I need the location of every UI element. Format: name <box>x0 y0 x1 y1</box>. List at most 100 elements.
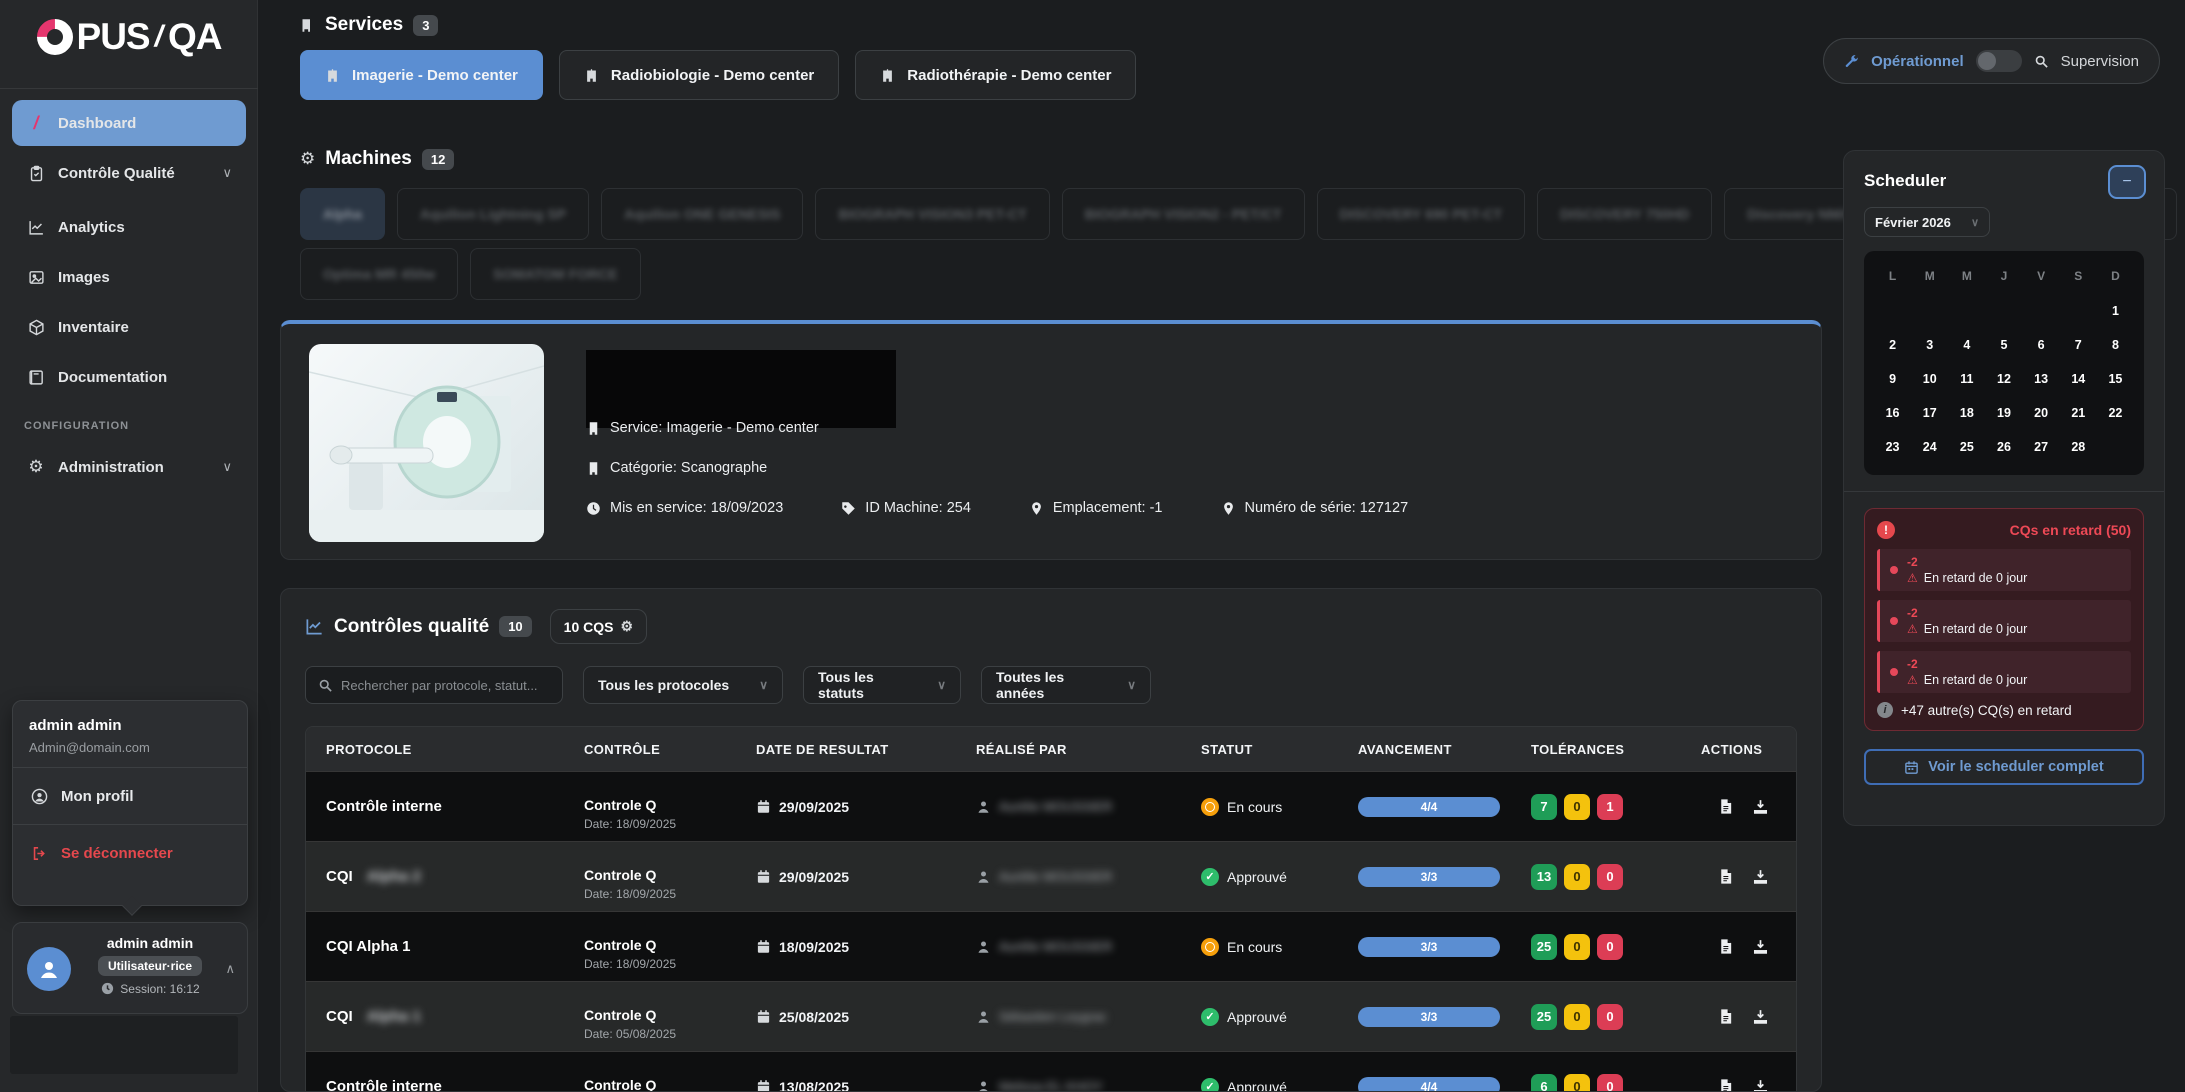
report-icon[interactable] <box>1717 1008 1734 1025</box>
my-profile-button[interactable]: Mon profil <box>29 780 231 812</box>
protocol-name-redacted: Alpha 2 <box>366 868 421 885</box>
calendar-icon <box>756 939 771 954</box>
calendar-icon <box>756 799 771 814</box>
calendar-day[interactable]: 21 <box>2060 397 2097 429</box>
calendar-day[interactable]: 25 <box>1948 431 1985 463</box>
calendar-day[interactable]: 2 <box>1874 329 1911 361</box>
calendar-day[interactable]: 10 <box>1911 363 1948 395</box>
calendar-day[interactable]: 28 <box>2060 431 2097 463</box>
calendar-weekday: L <box>1888 269 1897 283</box>
profile-popup: admin admin Admin@domain.com Mon profil … <box>12 700 248 916</box>
calendar-day[interactable]: 27 <box>2023 431 2060 463</box>
result-date: 29/09/2025 <box>779 868 850 885</box>
overdue-item[interactable]: -2 En retard de 0 jour <box>1877 651 2131 693</box>
chevron-up-icon[interactable] <box>225 961 235 977</box>
machine-tab[interactable]: DISCOVERY 750HD <box>1537 188 1713 240</box>
machine-tab[interactable]: BIOGRAPH VISION3 PET-CT <box>815 188 1050 240</box>
chevron-down-icon <box>1971 216 1979 229</box>
machine-tab[interactable]: Aquilion Lightning SP <box>396 188 590 240</box>
calendar-day[interactable]: 9 <box>1874 363 1911 395</box>
view-full-scheduler-button[interactable]: Voir le scheduler complet <box>1864 749 2144 785</box>
download-icon[interactable] <box>1752 868 1769 885</box>
collapse-button[interactable] <box>2108 165 2146 199</box>
qc-settings-pill[interactable]: 10 CQS <box>549 609 648 644</box>
operational-label[interactable]: Opérationnel <box>1871 53 1964 70</box>
mode-toggle-switch[interactable] <box>1975 50 2022 72</box>
table-row[interactable]: Contrôle interne Controle Q Date: 18/09/20… <box>306 771 1796 841</box>
month-value: Février 2026 <box>1875 214 1951 230</box>
calendar-day[interactable]: 8 <box>2097 329 2134 361</box>
profile-email: Admin@domain.com <box>29 740 150 755</box>
calendar-day[interactable]: 11 <box>1948 363 1985 395</box>
machine-tab[interactable]: BIOGRAPH VISION2 - PET/CT <box>1061 188 1305 240</box>
machine-tab[interactable]: Alpha <box>300 188 385 240</box>
sidebar-item-administration[interactable]: Administration <box>12 447 246 487</box>
calendar-day[interactable]: 6 <box>2023 329 2060 361</box>
sidebar-item-inventaire[interactable]: Inventaire <box>12 307 246 347</box>
sidebar-item-images[interactable]: Images <box>12 257 246 297</box>
table-row[interactable]: CQI Alpha 1 Controle Q Date: 05/08/2025 25/0… <box>306 981 1796 1051</box>
machine-tab-label: DISCOVERY 690 PET-CT <box>1339 206 1503 222</box>
calendar-day[interactable]: 3 <box>1911 329 1948 361</box>
calendar-day[interactable]: 24 <box>1911 431 1948 463</box>
download-icon[interactable] <box>1752 1078 1769 1091</box>
machine-tab[interactable]: Optima MR 450w <box>300 248 459 300</box>
filter-protocols-select[interactable]: Tous les protocoles <box>583 666 783 704</box>
calendar-day[interactable]: 18 <box>1948 397 1985 429</box>
calendar-day[interactable]: 7 <box>2060 329 2097 361</box>
table-row[interactable]: CQI Alpha 2 Controle Q Date: 18/09/2025 29/0… <box>306 841 1796 911</box>
user-card[interactable]: admin admin Utilisateur·rice Session: 16… <box>12 922 248 1014</box>
service-button-label: Radiobiologie - Demo center <box>610 66 815 84</box>
report-icon[interactable] <box>1717 938 1734 955</box>
sidebar-item-dashboard[interactable]: / Dashboard <box>12 100 246 146</box>
service-button-imagerie[interactable]: Imagerie - Demo center <box>300 50 543 100</box>
sidebar-item-documentation[interactable]: Documentation <box>12 357 246 397</box>
filter-status-select[interactable]: Tous les statuts <box>803 666 961 704</box>
table-row[interactable]: CQI Alpha 1 Controle Q Date: 18/09/2025 18/… <box>306 911 1796 981</box>
table-header: PROTOCOLE CONTRÔLE DATE DE RESULTAT RÉAL… <box>306 727 1796 771</box>
machine-tab[interactable]: Aquilion ONE GENESIS <box>601 188 804 240</box>
overdue-text: En retard de 0 jour <box>1923 571 2028 585</box>
protocol-name: CQI Alpha 1 <box>326 938 411 955</box>
download-icon[interactable] <box>1752 938 1769 955</box>
calendar-day[interactable]: 13 <box>2023 363 2060 395</box>
machine-tab[interactable]: SOMATOM FORCE <box>470 248 641 300</box>
calendar-day[interactable]: 15 <box>2097 363 2134 395</box>
report-icon[interactable] <box>1717 868 1734 885</box>
service-button-radiobiologie[interactable]: Radiobiologie - Demo center <box>558 50 840 100</box>
report-icon[interactable] <box>1717 1078 1734 1091</box>
person-icon <box>29 786 49 806</box>
filter-years-select[interactable]: Toutes les années <box>981 666 1151 704</box>
sidebar-item-label: Inventaire <box>58 318 129 336</box>
calendar-day[interactable]: 22 <box>2097 397 2134 429</box>
report-icon[interactable] <box>1717 798 1734 815</box>
calendar-day[interactable]: 23 <box>1874 431 1911 463</box>
calendar-day[interactable]: 5 <box>1985 329 2022 361</box>
service-button-radiotherapie[interactable]: Radiothérapie - Demo center <box>855 50 1137 100</box>
status-icon <box>1201 867 1219 886</box>
supervision-label[interactable]: Supervision <box>2061 53 2139 70</box>
download-icon[interactable] <box>1752 798 1769 815</box>
calendar-empty-cell <box>1874 295 1911 327</box>
month-select[interactable]: Février 2026 <box>1864 207 1990 237</box>
download-icon[interactable] <box>1752 1008 1769 1025</box>
calendar-day[interactable]: 16 <box>1874 397 1911 429</box>
sidebar-item-analytics[interactable]: Analytics <box>12 207 246 247</box>
overdue-item[interactable]: -2 En retard de 0 jour <box>1877 549 2131 591</box>
sidebar-item-controle-qualite[interactable]: Contrôle Qualité <box>12 152 246 194</box>
calendar-day[interactable]: 19 <box>1985 397 2022 429</box>
protocol-name: Contrôle interne <box>326 1078 442 1092</box>
calendar-day[interactable]: 14 <box>2060 363 2097 395</box>
logout-button[interactable]: Se déconnecter <box>29 837 231 869</box>
calendar-day[interactable]: 1 <box>2097 295 2134 327</box>
calendar-day[interactable]: 17 <box>1911 397 1948 429</box>
table-row[interactable]: Contrôle interneControle QDate: 08/08/20… <box>306 1051 1796 1092</box>
calendar-day[interactable]: 26 <box>1985 431 2022 463</box>
sidebar-item-label: Contrôle Qualité <box>58 164 175 182</box>
search-input[interactable] <box>341 677 550 693</box>
machine-tab[interactable]: DISCOVERY 690 PET-CT <box>1316 188 1526 240</box>
calendar-day[interactable]: 12 <box>1985 363 2022 395</box>
overdue-item[interactable]: -2 En retard de 0 jour <box>1877 600 2131 642</box>
calendar-day[interactable]: 20 <box>2023 397 2060 429</box>
calendar-day[interactable]: 4 <box>1948 329 1985 361</box>
